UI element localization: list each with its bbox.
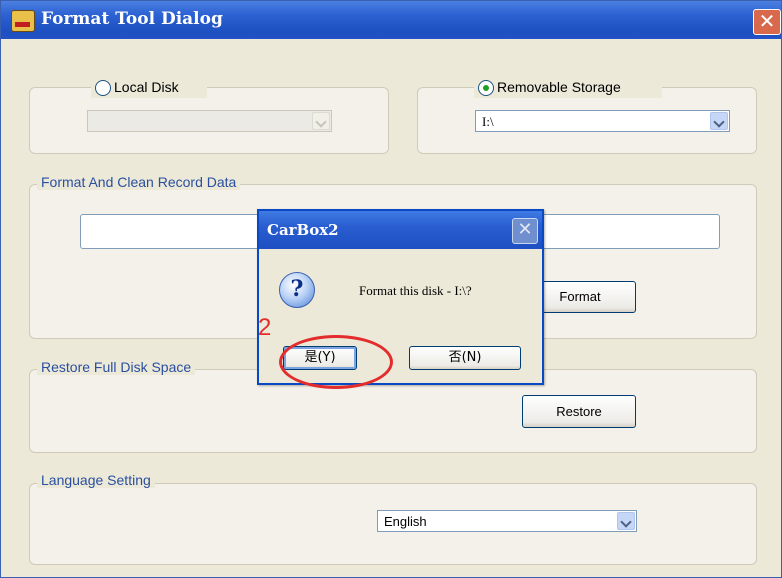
- window-close-button[interactable]: ✕: [753, 9, 781, 35]
- message-box-text: Format this disk - I:\?: [359, 283, 472, 298]
- removable-storage-label: Removable Storage: [497, 79, 621, 95]
- window-titlebar[interactable]: Format Tool Dialog ✕: [1, 1, 781, 39]
- local-disk-select: [87, 110, 332, 132]
- removable-storage-value: I:\: [482, 114, 494, 129]
- language-group-legend: Language Setting: [37, 472, 155, 488]
- message-box-title: CarBox2: [267, 221, 339, 239]
- question-icon: ?: [279, 272, 315, 308]
- removable-storage-select[interactable]: I:\: [475, 110, 730, 132]
- no-button[interactable]: 否(N): [409, 346, 521, 370]
- removable-storage-option[interactable]: Removable Storage: [474, 78, 662, 98]
- highlight-ellipse: [279, 335, 393, 389]
- local-disk-group: [29, 87, 389, 154]
- local-disk-option[interactable]: Local Disk: [91, 78, 207, 98]
- app-icon: [11, 10, 35, 32]
- chevron-down-icon: [312, 112, 330, 130]
- window-title: Format Tool Dialog: [41, 9, 223, 29]
- restore-button[interactable]: Restore: [522, 395, 636, 428]
- message-box-close-button[interactable]: ✕: [512, 218, 538, 244]
- language-value: English: [384, 514, 427, 529]
- chevron-down-icon[interactable]: [617, 512, 635, 530]
- local-disk-label: Local Disk: [114, 79, 179, 95]
- message-box-titlebar[interactable]: CarBox2 ✕: [259, 211, 542, 249]
- local-disk-radio[interactable]: [95, 80, 111, 96]
- format-group-legend: Format And Clean Record Data: [37, 174, 241, 190]
- chevron-down-icon[interactable]: [710, 112, 728, 130]
- restore-group-legend: Restore Full Disk Space: [37, 359, 196, 375]
- removable-storage-radio[interactable]: [478, 80, 494, 96]
- language-select[interactable]: English: [377, 510, 637, 532]
- step-number-label: 2: [258, 314, 272, 341]
- format-tool-window: Format Tool Dialog ✕ Local Disk I:\ Remo…: [0, 0, 782, 578]
